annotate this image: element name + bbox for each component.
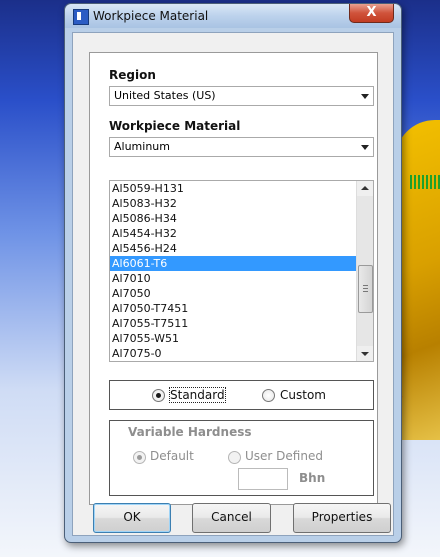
arrow-up-icon xyxy=(361,186,369,190)
default-radio-label[interactable]: Default xyxy=(150,449,194,463)
region-dropdown[interactable]: United States (US) xyxy=(109,86,374,106)
material-grade-list[interactable]: Al5059-H131 Al5083-H32 Al5086-H34 Al5454-H3… xyxy=(109,180,374,362)
list-item[interactable]: Al7075-0 xyxy=(110,346,356,361)
app-icon xyxy=(73,9,89,25)
properties-button[interactable]: Properties xyxy=(293,503,391,533)
scroll-thumb[interactable] xyxy=(358,265,373,313)
material-panel: Region United States (US) Workpiece Mate… xyxy=(89,52,378,505)
title-bar[interactable]: Workpiece Material X xyxy=(65,4,401,28)
list-item[interactable]: Al5083-H32 xyxy=(110,196,356,211)
grip-line xyxy=(363,285,368,286)
list-item[interactable]: Al7055-T7511 xyxy=(110,316,356,331)
background-app-detail xyxy=(410,175,440,189)
close-button[interactable]: X xyxy=(349,4,394,23)
hardness-unit: Bhn xyxy=(299,471,326,485)
list-item[interactable]: Al7050-T7451 xyxy=(110,301,356,316)
ok-button[interactable]: OK xyxy=(93,503,171,533)
list-scrollbar[interactable] xyxy=(356,181,373,361)
list-item[interactable]: Al6061-T6 xyxy=(110,256,356,271)
custom-radio[interactable] xyxy=(262,389,275,402)
cancel-button[interactable]: Cancel xyxy=(192,503,271,533)
standard-radio[interactable] xyxy=(152,389,165,402)
grip-line xyxy=(363,288,368,289)
user-defined-radio-label[interactable]: User Defined xyxy=(245,449,323,463)
scroll-up-button[interactable] xyxy=(357,181,373,196)
variable-hardness-group: Variable Hardness Default User Defined B… xyxy=(109,420,374,496)
list-item[interactable]: Al7010 xyxy=(110,271,356,286)
hardness-input[interactable] xyxy=(238,468,288,490)
chevron-down-icon xyxy=(361,94,369,99)
list-item[interactable]: Al7055-W51 xyxy=(110,331,356,346)
region-label: Region xyxy=(109,68,156,82)
workpiece-material-label: Workpiece Material xyxy=(109,119,241,133)
list-item[interactable]: Al5086-H34 xyxy=(110,211,356,226)
default-radio[interactable] xyxy=(133,451,146,464)
standard-custom-group: Standard Custom xyxy=(109,380,374,410)
close-icon: X xyxy=(366,5,377,20)
region-value: United States (US) xyxy=(114,89,216,102)
list-item[interactable]: Al5059-H131 xyxy=(110,181,356,196)
arrow-down-icon xyxy=(361,352,369,356)
dialog-client-area: Region United States (US) Workpiece Mate… xyxy=(72,32,394,536)
custom-radio-label[interactable]: Custom xyxy=(280,388,326,402)
workpiece-material-value: Aluminum xyxy=(114,140,170,153)
workpiece-material-dialog: Workpiece Material X Region United State… xyxy=(64,3,402,543)
list-item[interactable]: Al5454-H32 xyxy=(110,226,356,241)
variable-hardness-label: Variable Hardness xyxy=(128,425,252,439)
list-item[interactable]: Al5456-H24 xyxy=(110,241,356,256)
dialog-title: Workpiece Material xyxy=(93,9,209,23)
user-defined-radio[interactable] xyxy=(228,451,241,464)
list-item[interactable]: Al7050 xyxy=(110,286,356,301)
standard-radio-label[interactable]: Standard xyxy=(169,387,226,403)
grip-line xyxy=(363,291,368,292)
material-grade-items: Al5059-H131 Al5083-H32 Al5086-H34 Al5454-H3… xyxy=(110,181,356,361)
chevron-down-icon xyxy=(361,145,369,150)
workpiece-material-dropdown[interactable]: Aluminum xyxy=(109,137,374,157)
scroll-down-button[interactable] xyxy=(357,346,373,361)
